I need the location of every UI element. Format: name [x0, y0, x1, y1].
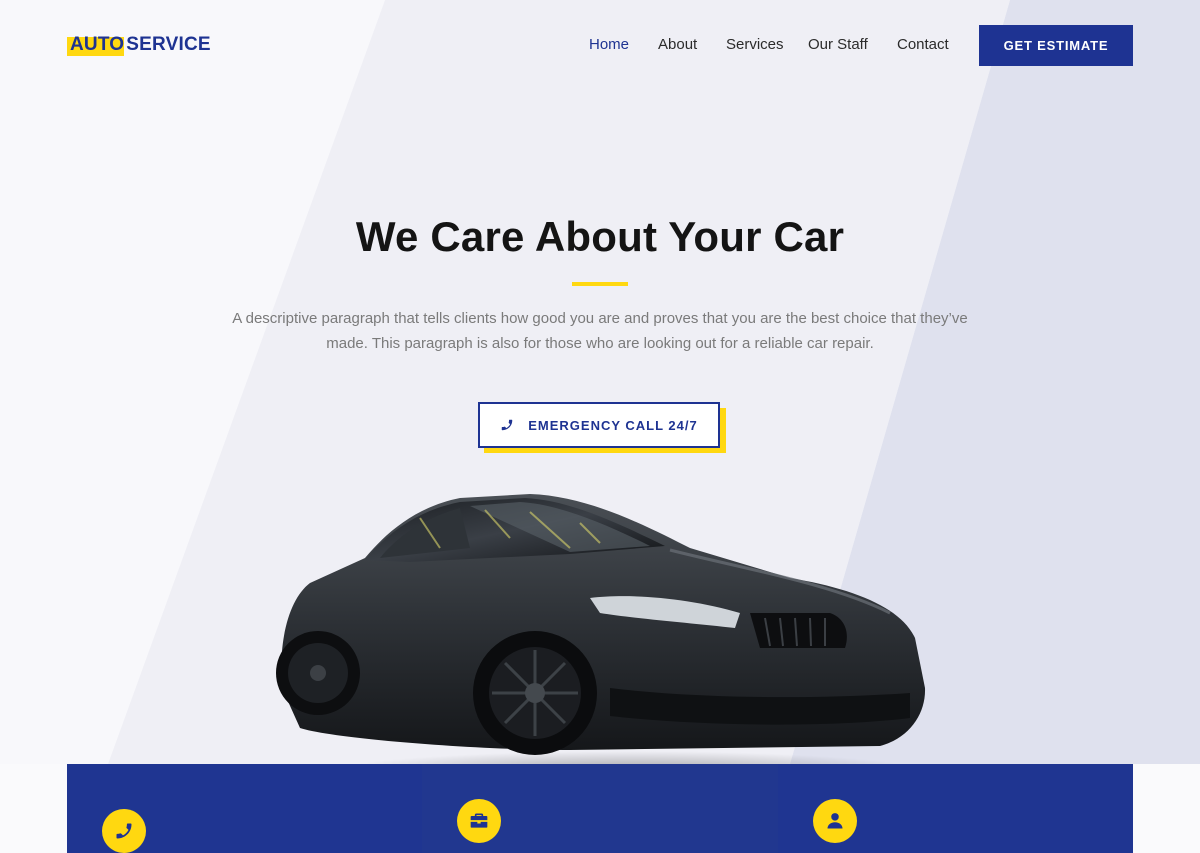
briefcase-icon: [457, 799, 501, 843]
site-header: AUTO SERVICE Home About Services Our Sta…: [0, 0, 1200, 90]
phone-icon: [500, 418, 514, 432]
car-image: [270, 488, 930, 798]
user-icon: [813, 799, 857, 843]
features-band: [67, 764, 1133, 853]
site-logo[interactable]: AUTO SERVICE: [67, 33, 211, 57]
nav-item-home[interactable]: Home: [589, 35, 629, 55]
logo-auto-text: AUTO: [67, 34, 126, 56]
title-underline: [572, 282, 628, 286]
logo-service-text: SERVICE: [126, 34, 211, 55]
get-estimate-button[interactable]: GET ESTIMATE: [979, 25, 1133, 66]
hero-title: We Care About Your Car: [355, 213, 845, 260]
hero-description: A descriptive paragraph that tells clien…: [232, 310, 968, 352]
emergency-call-label: EMERGENCY CALL 24/7: [528, 417, 698, 433]
nav-item-services[interactable]: Services: [726, 35, 784, 55]
emergency-call-button[interactable]: EMERGENCY CALL 24/7: [478, 402, 720, 448]
phone-icon: [102, 809, 146, 853]
nav-item-about[interactable]: About: [658, 35, 697, 55]
nav-item-our-staff[interactable]: Our Staff: [808, 35, 868, 55]
nav-item-contact[interactable]: Contact: [897, 35, 949, 55]
